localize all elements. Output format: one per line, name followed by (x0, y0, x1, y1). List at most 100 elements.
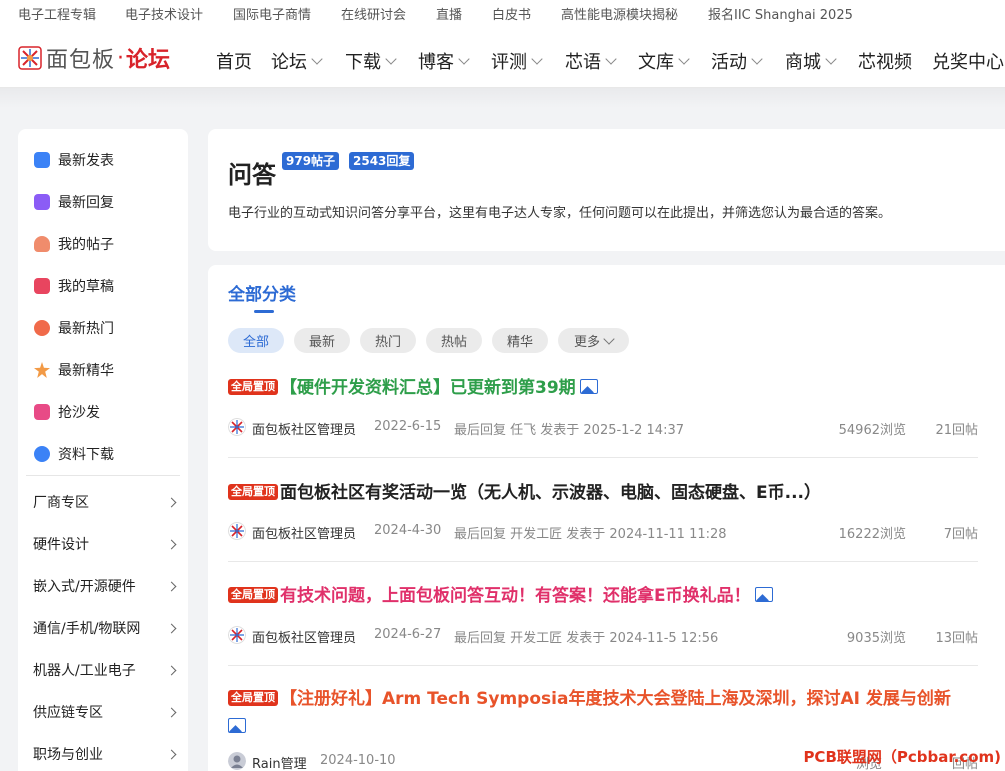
sidebar-category-robotics[interactable]: 机器人/工业电子 (33, 658, 177, 682)
filter-hot-threads[interactable]: 热帖 (426, 328, 482, 353)
thread-title-text: 面包板社区有奖活动一览（无人机、示波器、电脑、固态硬盘、E币...） (280, 483, 821, 503)
thread-title[interactable]: 全局置顶 【硬件开发资料汇总】已更新到第39期 (228, 373, 978, 403)
sidebar-item-latest-replies[interactable]: 最新回复 (34, 190, 114, 214)
posts-count-badge: 979帖子 (282, 152, 340, 170)
top-link-eet[interactable]: 电子工程专辑 (18, 4, 96, 23)
top-link-whitepaper[interactable]: 白皮书 (492, 4, 531, 23)
nav-blog[interactable]: 博客 (418, 48, 470, 74)
nav-home[interactable]: 首页 (216, 48, 252, 74)
chevron-down-icon (458, 53, 470, 65)
thread-author[interactable]: 面包板社区管理员 (252, 523, 356, 542)
draft-icon (34, 278, 50, 294)
category-label: 通信/手机/物联网 (33, 621, 141, 637)
avatar[interactable] (228, 522, 246, 540)
top-link-power-module[interactable]: 高性能电源模块揭秘 (561, 4, 678, 23)
avatar[interactable] (228, 418, 246, 436)
page-title: 问答 (228, 161, 276, 189)
nav-label: 文库 (638, 52, 674, 73)
nav-forum[interactable]: 论坛 (271, 48, 323, 74)
sidebar-item-my-posts[interactable]: 我的帖子 (34, 232, 114, 256)
thread-last-reply: 最后回复 任飞 发表于 2025-1-2 14:37 (454, 423, 685, 438)
nav-mall[interactable]: 商城 (785, 48, 837, 74)
top-link-esmc[interactable]: 国际电子商情 (233, 4, 311, 23)
thread-replies: 7回帖 (943, 527, 978, 542)
avatar[interactable] (228, 752, 246, 770)
chevron-down-icon (825, 53, 837, 65)
global-pin-badge: 全局置顶 (228, 587, 278, 603)
chevron-right-icon (166, 665, 177, 675)
thread-title[interactable]: 全局置顶 面包板社区有奖活动一览（无人机、示波器、电脑、固态硬盘、E币...） (228, 478, 978, 508)
global-pin-badge: 全局置顶 (228, 379, 278, 395)
filter-latest[interactable]: 最新 (294, 328, 350, 353)
image-icon (228, 718, 246, 733)
sidebar-item-latest-posts[interactable]: 最新发表 (34, 148, 114, 172)
thread-title-text: 有技术问题，上面包板问答互动！有答案！还能拿E币换礼品！ (280, 586, 751, 606)
filter-all[interactable]: 全部 (228, 328, 284, 353)
top-link-edn[interactable]: 电子技术设计 (125, 4, 203, 23)
filter-featured[interactable]: 精华 (492, 328, 548, 353)
sidebar-item-downloads[interactable]: 资料下载 (34, 442, 114, 466)
sidebar-category-career[interactable]: 职场与创业 (33, 742, 177, 766)
top-link-webinar[interactable]: 在线研讨会 (341, 4, 406, 23)
chevron-down-icon (531, 53, 543, 65)
thread-author[interactable]: 面包板社区管理员 (252, 627, 356, 646)
thread-divider (228, 561, 978, 562)
chevron-right-icon (166, 749, 177, 759)
thread-replies: 13回帖 (935, 631, 978, 646)
thread-last-reply: 最后回复 开发工匠 发表于 2024-11-5 12:56 (454, 631, 719, 646)
nav-review[interactable]: 评测 (491, 48, 543, 74)
thread-meta: 面包板社区管理员 2022-6-15 最后回复 任飞 发表于 2025-1-2 … (228, 418, 978, 438)
sidebar-category-embedded[interactable]: 嵌入式/开源硬件 (33, 574, 177, 598)
sidebar-item-label: 最新发表 (58, 153, 114, 169)
thread-date: 2024-10-10 (320, 753, 396, 768)
category-label: 机器人/工业电子 (33, 663, 136, 679)
thread-views: 16222浏览 (838, 527, 906, 542)
chevron-right-icon (166, 623, 177, 633)
thread-title[interactable]: 全局置顶 【注册好礼】Arm Tech Symposia年度技术大会登陆上海及深圳… (228, 685, 978, 741)
global-pin-badge: 全局置顶 (228, 484, 278, 500)
thread-title[interactable]: 全局置顶 有技术问题，上面包板问答互动！有答案！还能拿E币换礼品！ (228, 581, 978, 611)
sidebar-category-supply-chain[interactable]: 供应链专区 (33, 700, 177, 724)
thread-divider (228, 665, 978, 666)
top-link-live[interactable]: 直播 (436, 4, 462, 23)
nav-rewards[interactable]: 兑奖中心 (932, 48, 1004, 74)
sidebar-category-hardware[interactable]: 硬件设计 (33, 532, 177, 556)
sidebar-category-telecom[interactable]: 通信/手机/物联网 (33, 616, 177, 640)
sidebar: 最新发表 最新回复 我的帖子 我的草稿 最新热门 最新精华 抢沙发 资料下载 厂… (18, 129, 188, 771)
nav-library[interactable]: 文库 (638, 48, 690, 74)
category-label: 硬件设计 (33, 537, 89, 553)
logo-forum: 论坛 (126, 48, 171, 73)
chevron-down-icon (603, 332, 615, 345)
sidebar-item-featured[interactable]: 最新精华 (34, 358, 114, 382)
nav-xinyu[interactable]: 芯语 (565, 48, 617, 74)
thread-author[interactable]: 面包板社区管理员 (252, 419, 356, 438)
sidebar-category-vendor[interactable]: 厂商专区 (33, 490, 177, 514)
user-icon (34, 236, 50, 252)
thread-date: 2022-6-15 (374, 419, 442, 434)
filter-hot[interactable]: 热门 (360, 328, 416, 353)
sidebar-item-label: 最新回复 (58, 195, 114, 211)
nav-events[interactable]: 活动 (711, 48, 763, 74)
breadboard-logo-icon (18, 46, 42, 70)
fire-icon (34, 320, 50, 336)
sidebar-item-sofa[interactable]: 抢沙发 (34, 400, 100, 424)
nav-download[interactable]: 下载 (345, 48, 397, 74)
top-link-iic[interactable]: 报名IIC Shanghai 2025 (708, 4, 853, 23)
category-label: 供应链专区 (33, 705, 103, 721)
category-label: 职场与创业 (33, 747, 103, 763)
nav-label: 下载 (345, 52, 381, 73)
all-categories-tab[interactable]: 全部分类 (228, 280, 296, 305)
nav-video[interactable]: 芯视频 (858, 48, 912, 74)
nav-label: 评测 (491, 52, 527, 73)
sidebar-item-hot[interactable]: 最新热门 (34, 316, 114, 340)
chevron-right-icon (166, 707, 177, 717)
filter-more[interactable]: 更多 (558, 328, 629, 353)
avatar[interactable] (228, 626, 246, 644)
thread-row: 全局置顶 【注册好礼】Arm Tech Symposia年度技术大会登陆上海及深圳… (228, 685, 978, 741)
site-logo[interactable]: 面包板 · 论坛 (18, 44, 171, 73)
thread-divider (228, 457, 978, 458)
thread-date: 2024-4-30 (374, 523, 442, 538)
chevron-down-icon (678, 53, 690, 65)
thread-author[interactable]: Rain管理 (252, 753, 307, 771)
sidebar-item-my-drafts[interactable]: 我的草稿 (34, 274, 114, 298)
